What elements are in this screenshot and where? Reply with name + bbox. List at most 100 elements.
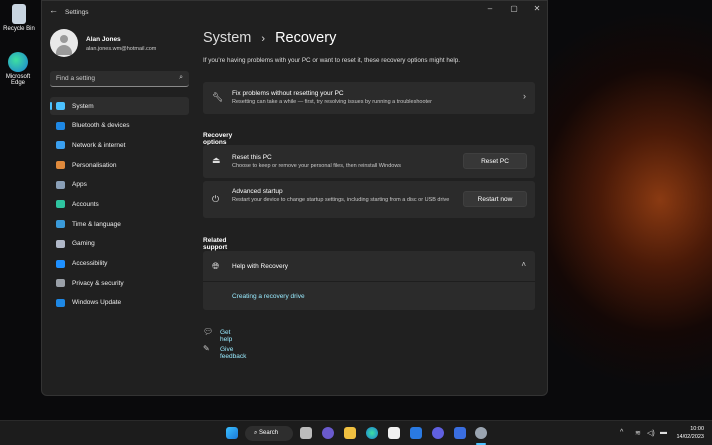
reset-title: Reset this PC [232, 154, 272, 161]
help-title: Help with Recovery [232, 263, 288, 270]
reset-pc-button[interactable]: Reset PC [463, 153, 527, 169]
edge-icon[interactable] [366, 427, 378, 439]
sidebar-item-privacy-security[interactable]: Privacy & security [50, 274, 189, 292]
sidebar-item-label: System [72, 102, 94, 110]
clock[interactable]: 10:00 14/02/2023 [676, 425, 704, 441]
breadcrumb-separator: › [261, 33, 266, 45]
avatar[interactable] [50, 29, 78, 57]
sidebar-item-label: Apps [72, 181, 87, 189]
edge-icon [8, 52, 28, 72]
settings-window: ← Settings – ▢ ✕ Alan Jones alan.jones.w… [41, 0, 548, 396]
sidebar-item-time-language[interactable]: Time & language [50, 215, 189, 233]
taskbar-search[interactable]: ⌕ Search [245, 426, 293, 441]
recycle-bin-icon [12, 4, 26, 24]
desktop-icon-edge[interactable]: Microsoft Edge [0, 52, 36, 86]
teams-chat-icon[interactable] [322, 427, 334, 439]
bluetooth-icon [56, 121, 65, 130]
settings-taskbar-icon[interactable] [475, 427, 487, 439]
chevron-right-icon: › [523, 91, 526, 101]
get-help-icon: 💬︎ [203, 327, 214, 336]
advanced-startup-card: ⏻ Advanced startup Restart your device t… [203, 181, 535, 218]
app-icon[interactable] [410, 427, 422, 439]
sidebar-item-label: Accessibility [72, 260, 108, 267]
search-input[interactable]: Find a setting ⌕ [50, 71, 189, 87]
taskbar: ⌕ Search ^ ≋ ◁) ▬ 10:00 14/02/2023 [0, 420, 712, 445]
taskbar-search-label: Search [259, 430, 279, 436]
accessibility-icon [56, 259, 65, 268]
breadcrumb-system[interactable]: System [203, 30, 251, 46]
sidebar-item-system[interactable]: System [50, 97, 189, 115]
globe-icon: 🌐︎ [212, 261, 220, 271]
feedback-icon: ✎ [203, 344, 210, 353]
help-expander-header[interactable]: 🌐︎ Help with Recovery ˄ [203, 251, 535, 282]
maximize-button[interactable]: ▢ [504, 4, 524, 13]
reset-icon: ⏏ [212, 155, 221, 165]
sidebar-item-label: Privacy & security [72, 279, 124, 287]
fix-subtitle: Resetting can take a while — first, try … [232, 99, 432, 105]
sidebar-item-bluetooth-devices[interactable]: Bluetooth & devices [50, 117, 189, 135]
monitor-icon [56, 102, 65, 110]
brush-icon [56, 161, 65, 170]
window-title: Settings [65, 9, 89, 16]
user-email: alan.jones.wm@hotmail.com [86, 46, 157, 52]
store-icon[interactable] [388, 427, 400, 439]
creating-recovery-drive-link[interactable]: Creating a recovery drive [232, 293, 305, 300]
sidebar-item-label: Personalisation [72, 161, 117, 169]
app-icon-2[interactable] [432, 427, 444, 439]
close-button[interactable]: ✕ [527, 4, 547, 13]
sidebar-item-label: Network & internet [72, 141, 126, 149]
reset-pc-card: ⏏ Reset this PC Choose to keep or remove… [203, 145, 535, 178]
sidebar-item-label: Bluetooth & devices [72, 122, 130, 130]
sidebar-item-network-internet[interactable]: Network & internet [50, 136, 189, 154]
sidebar-item-gaming[interactable]: Gaming [50, 235, 189, 253]
task-view-icon[interactable] [300, 427, 312, 439]
recovery-options-heading: Recovery options [203, 132, 233, 146]
shield-icon [56, 279, 65, 288]
chevron-up-icon[interactable]: ^ [620, 429, 623, 436]
advanced-startup-icon: ⏻ [212, 194, 220, 204]
fix-problems-card[interactable]: 🔧︎ Fix problems without resetting your P… [203, 82, 535, 114]
globe-clock-icon [56, 220, 65, 229]
sidebar-item-label: Time & language [72, 220, 121, 228]
restart-now-button[interactable]: Restart now [463, 191, 527, 207]
battery-icon[interactable]: ▬ [660, 429, 667, 436]
sidebar-item-apps[interactable]: Apps [50, 176, 189, 194]
start-icon[interactable] [226, 427, 238, 439]
related-support-heading: Related support [203, 237, 228, 251]
help-with-recovery-card: 🌐︎ Help with Recovery ˄ Creating a recov… [203, 251, 535, 310]
desktop-icon-recycle-bin[interactable]: Recycle Bin [1, 4, 37, 32]
recycle-bin-label: Recycle Bin [3, 26, 35, 32]
minimize-button[interactable]: – [480, 4, 500, 13]
apps-icon [56, 180, 65, 189]
volume-icon[interactable]: ◁) [647, 429, 655, 437]
clock-date: 14/02/2023 [676, 434, 704, 440]
sidebar-item-accounts[interactable]: Accounts [50, 195, 189, 213]
wrench-icon: 🔧︎ [212, 92, 224, 102]
fix-title: Fix problems without resetting your PC [232, 90, 344, 97]
search-icon: ⌕ [179, 74, 183, 81]
sidebar-item-accessibility[interactable]: Accessibility [50, 255, 189, 273]
update-icon [56, 298, 65, 307]
reset-subtitle: Choose to keep or remove your personal f… [232, 163, 402, 169]
get-help-link[interactable]: Get help [220, 329, 232, 343]
advanced-subtitle: Restart your device to change startup se… [232, 197, 450, 203]
give-feedback-link[interactable]: Give feedback [220, 346, 246, 360]
wifi-icon[interactable]: ≋ [635, 429, 641, 437]
clock-time: 10:00 [690, 426, 704, 432]
wifi-icon [56, 141, 65, 150]
breadcrumb: System › Recovery [203, 30, 336, 46]
sidebar-item-personalisation[interactable]: Personalisation [50, 156, 189, 174]
back-arrow-icon[interactable]: ← [49, 5, 58, 15]
advanced-title: Advanced startup [232, 188, 283, 195]
search-placeholder: Find a setting [56, 75, 96, 82]
title-bar: ← Settings – ▢ ✕ [42, 1, 547, 21]
page-description: If you're having problems with your PC o… [203, 57, 461, 64]
user-name: Alan Jones [86, 36, 121, 43]
sidebar-item-windows-update[interactable]: Windows Update [50, 294, 189, 312]
file-explorer-icon[interactable] [344, 427, 356, 439]
chevron-up-icon: ˄ [521, 260, 526, 269]
gamepad-icon [56, 239, 65, 248]
sidebar-item-label: Accounts [72, 200, 99, 208]
app-icon-3[interactable] [454, 427, 466, 439]
sidebar-item-label: Gaming [72, 240, 95, 248]
